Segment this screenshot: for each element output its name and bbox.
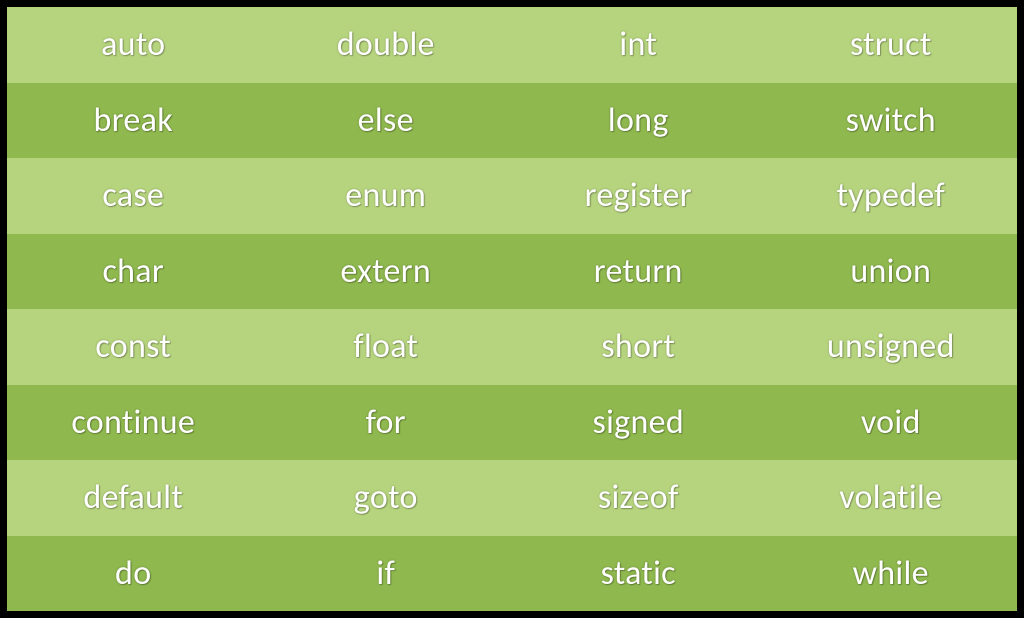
table-cell: case bbox=[7, 158, 260, 234]
table-cell: void bbox=[765, 385, 1018, 461]
table-cell: union bbox=[765, 234, 1018, 310]
table-cell: struct bbox=[765, 7, 1018, 83]
keywords-table: auto double int struct break else long s… bbox=[4, 4, 1020, 614]
table-row: break else long switch bbox=[7, 83, 1017, 159]
table-cell: extern bbox=[260, 234, 513, 310]
table-cell: short bbox=[512, 309, 765, 385]
table-cell: if bbox=[260, 536, 513, 612]
table-cell: continue bbox=[7, 385, 260, 461]
table-cell: long bbox=[512, 83, 765, 159]
table-cell: char bbox=[7, 234, 260, 310]
table-row: continue for signed void bbox=[7, 385, 1017, 461]
table-cell: signed bbox=[512, 385, 765, 461]
table-cell: double bbox=[260, 7, 513, 83]
table-cell: const bbox=[7, 309, 260, 385]
table-cell: register bbox=[512, 158, 765, 234]
table-cell: while bbox=[765, 536, 1018, 612]
table-cell: goto bbox=[260, 460, 513, 536]
table-row: default goto sizeof volatile bbox=[7, 460, 1017, 536]
table-cell: unsigned bbox=[765, 309, 1018, 385]
table-cell: default bbox=[7, 460, 260, 536]
table-cell: float bbox=[260, 309, 513, 385]
table-cell: return bbox=[512, 234, 765, 310]
table-cell: sizeof bbox=[512, 460, 765, 536]
table-cell: for bbox=[260, 385, 513, 461]
table-cell: auto bbox=[7, 7, 260, 83]
table-cell: int bbox=[512, 7, 765, 83]
table-cell: static bbox=[512, 536, 765, 612]
table-cell: enum bbox=[260, 158, 513, 234]
table-row: case enum register typedef bbox=[7, 158, 1017, 234]
table-cell: do bbox=[7, 536, 260, 612]
table-cell: volatile bbox=[765, 460, 1018, 536]
table-row: char extern return union bbox=[7, 234, 1017, 310]
table-cell: break bbox=[7, 83, 260, 159]
table-row: const float short unsigned bbox=[7, 309, 1017, 385]
table-cell: else bbox=[260, 83, 513, 159]
table-row: auto double int struct bbox=[7, 7, 1017, 83]
table-cell: typedef bbox=[765, 158, 1018, 234]
table-row: do if static while bbox=[7, 536, 1017, 612]
table-cell: switch bbox=[765, 83, 1018, 159]
